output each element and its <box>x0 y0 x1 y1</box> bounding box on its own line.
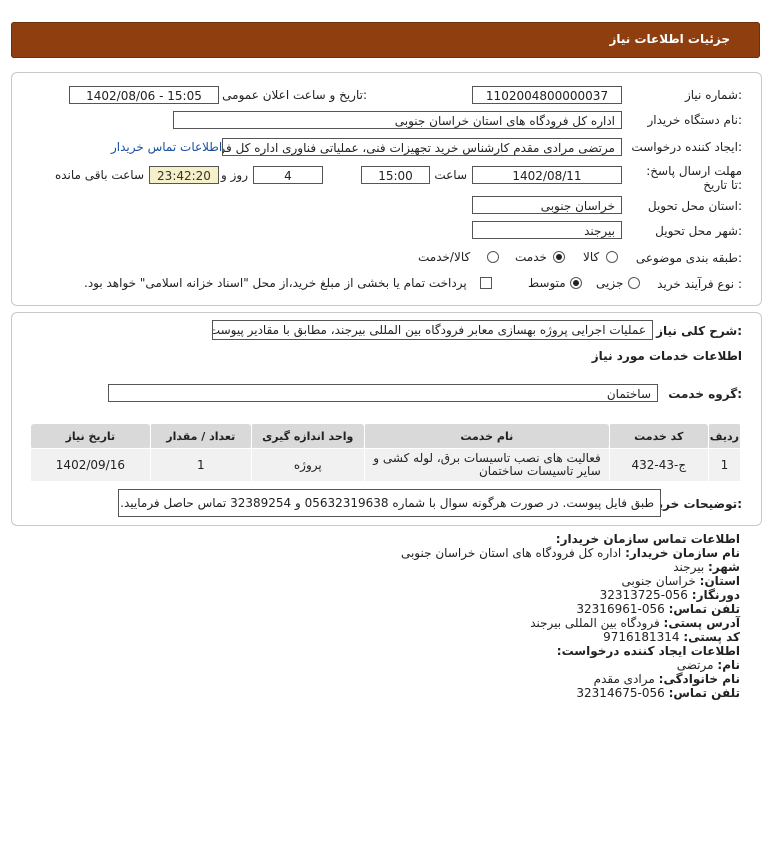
creator-label: ایجاد کننده درخواست: <box>631 140 742 154</box>
category-label: طبقه بندی موضوعی: <box>635 251 742 265</box>
buyer-city-line: شهر: بیرجند <box>673 560 740 574</box>
service-group-label: گروه خدمت: <box>668 387 742 401</box>
buyer-org-field[interactable]: اداره کل فرودگاه های استان خراسان جنوبی <box>173 111 622 129</box>
process-radio-medium[interactable] <box>570 277 582 289</box>
announce-datetime-field[interactable]: 1402/08/06 - 15:05 <box>69 86 219 104</box>
need-number-label: شماره نیاز: <box>684 88 742 102</box>
creator-family-line: نام خانوادگی: مرادی مقدم <box>593 672 740 686</box>
days-label: روز و <box>221 168 248 182</box>
deadline-time-label: ساعت <box>434 168 467 182</box>
col-row: ردیف <box>707 423 742 449</box>
buyer-phone-line: تلفن تماس: 056-32316961 <box>576 602 740 616</box>
category-radio-goods[interactable] <box>606 251 618 263</box>
buyer-fax-line: دورنگار: 056-32313725 <box>599 588 740 602</box>
province-label: استان محل تحویل: <box>647 199 742 213</box>
table-header-row: ردیف کد خدمت نام خدمت واحد اندازه گیری ت… <box>30 423 742 449</box>
cell-qty: 1 <box>149 448 252 482</box>
page-title: جزئیات اطلاعات نیاز <box>609 32 730 46</box>
creator-phone-line: تلفن تماس: 056-32314675 <box>576 686 740 700</box>
services-table: ردیف کد خدمت نام خدمت واحد اندازه گیری ت… <box>30 423 742 482</box>
notes-field[interactable]: طبق فایل پیوست. در صورت هرگونه سوال با ش… <box>118 489 661 517</box>
buyer-address-line: آدرس پستی: فرودگاه بین المللی بیرجند <box>530 616 740 630</box>
creator-contact-heading: اطلاعات ایجاد کننده درخواست: <box>556 644 740 658</box>
process-radio-partial[interactable] <box>628 277 640 289</box>
city-label: شهر محل تحویل: <box>655 224 742 238</box>
process-medium-label: متوسط <box>528 276 566 290</box>
col-code: کد خدمت <box>608 423 709 449</box>
summary-field[interactable]: عملیات اجرایی پروژه بهسازی معابر فرودگاه… <box>212 320 653 340</box>
buyer-postal-line: کد پستی: 9716181314 <box>603 630 740 644</box>
col-name: نام خدمت <box>363 423 610 449</box>
buyer-org-line: نام سازمان خریدار: اداره کل فرودگاه های … <box>400 546 740 560</box>
buyer-province-line: استان: خراسان جنوبی <box>621 574 740 588</box>
process-partial-label: جزیی <box>596 276 624 290</box>
cell-unit: پروژه <box>250 448 365 482</box>
page-header: جزئیات اطلاعات نیاز <box>11 22 760 58</box>
category-goods-service-label: کالا/خدمت <box>418 250 471 264</box>
col-qty: تعداد / مقدار <box>149 423 252 449</box>
cell-row: 1 <box>707 448 742 482</box>
remaining-label: ساعت باقی مانده <box>54 168 144 182</box>
buyer-org-label: نام دستگاه خریدار: <box>647 113 743 127</box>
city-field[interactable]: بیرجند <box>472 221 622 239</box>
deadline-label: مهلت ارسال پاسخ: تا تاریخ: <box>646 164 742 192</box>
need-number-field[interactable]: 1102004800000037 <box>472 86 622 104</box>
process-label: نوع فرآیند خرید : <box>657 277 742 291</box>
summary-label: شرح کلی نیاز: <box>656 324 742 338</box>
deadline-date-field[interactable]: 1402/08/11 <box>472 166 622 184</box>
cell-date: 1402/09/16 <box>30 448 151 482</box>
contact-info: اطلاعات تماس سازمان خریدار: نام سازمان خ… <box>401 532 740 700</box>
col-unit: واحد اندازه گیری <box>250 423 365 449</box>
creator-field[interactable]: مرتضی مرادی مقدم کارشناس خرید تجهیزات فن… <box>222 138 622 156</box>
province-field[interactable]: خراسان جنوبی <box>472 196 622 214</box>
services-section-title: اطلاعات خدمات مورد نیاز <box>591 349 742 363</box>
payment-note: پرداخت تمام یا بخشی از مبلغ خرید،از محل … <box>84 276 467 290</box>
buyer-contact-link[interactable]: اطلاعات تماس خریدار <box>111 140 222 154</box>
cell-name: فعالیت های نصب تاسیسات برق، لوله کشی و س… <box>363 448 610 482</box>
days-field[interactable]: 4 <box>253 166 323 184</box>
cell-code: ج-43-432 <box>608 448 709 482</box>
remaining-time-field: 23:42:20 <box>149 166 219 184</box>
category-radio-service[interactable] <box>553 251 565 263</box>
creator-name-line: نام: مرتضی <box>676 658 740 672</box>
announce-label: تاریخ و ساعت اعلان عمومی: <box>222 88 367 102</box>
deadline-time-field[interactable]: 15:00 <box>361 166 430 184</box>
category-goods-label: کالا <box>583 250 600 264</box>
category-radio-goods-service[interactable] <box>487 251 499 263</box>
service-group-field[interactable]: ساختمان <box>108 384 658 402</box>
payment-checkbox[interactable] <box>480 277 492 289</box>
table-row[interactable]: 1 ج-43-432 فعالیت های نصب تاسیسات برق، ل… <box>30 448 742 482</box>
col-date: تاریخ نیاز <box>30 423 151 449</box>
buyer-contact-heading: اطلاعات تماس سازمان خریدار: <box>555 532 740 546</box>
category-service-label: خدمت <box>515 250 547 264</box>
